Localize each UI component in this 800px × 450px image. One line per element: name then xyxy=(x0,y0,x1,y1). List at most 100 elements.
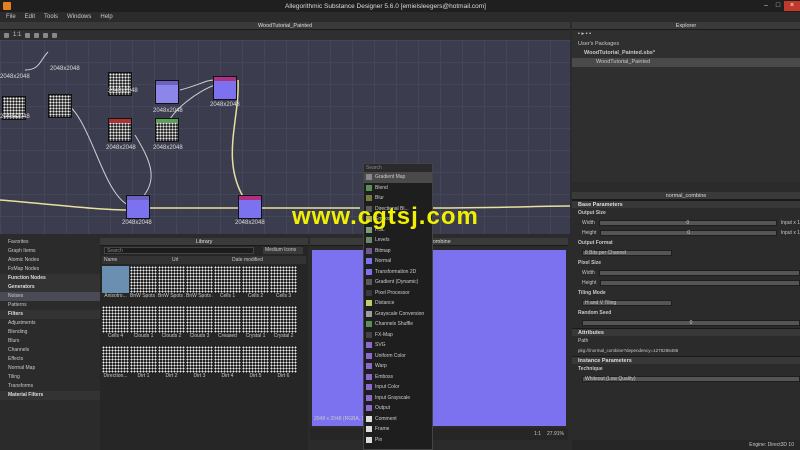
popup-node-item[interactable]: Bitmap xyxy=(364,246,432,257)
library-thumbnail[interactable]: Dirt 5 xyxy=(242,346,269,382)
attributes-header[interactable]: Attributes xyxy=(572,328,800,336)
popup-node-item[interactable]: Blur xyxy=(364,193,432,204)
popup-node-item[interactable]: Frame xyxy=(364,424,432,435)
close-button[interactable]: × xyxy=(784,1,800,11)
popup-node-item[interactable]: SVG xyxy=(364,340,432,351)
explorer-graph-item[interactable]: WoodTutorial_Painted xyxy=(572,58,800,67)
popup-node-item[interactable]: Distance xyxy=(364,298,432,309)
library-category[interactable]: Favorites xyxy=(0,238,100,247)
library-category[interactable]: Generators xyxy=(0,283,100,292)
minimize-button[interactable]: – xyxy=(760,1,772,11)
graph-node-normal-combine[interactable] xyxy=(238,195,262,219)
library-category[interactable]: Normal Map xyxy=(0,364,100,373)
popup-node-item[interactable]: Output xyxy=(364,403,432,414)
library-search-input[interactable]: Search xyxy=(104,247,254,254)
graph-node-blend-1[interactable] xyxy=(108,118,132,142)
library-category[interactable]: Atomic Nodes xyxy=(0,256,100,265)
library-thumbnail[interactable]: BnW Spots 1 xyxy=(130,266,157,302)
popup-node-item[interactable]: Emboss xyxy=(364,372,432,383)
popup-search-input[interactable]: Search xyxy=(364,164,432,172)
maximize-button[interactable]: □ xyxy=(772,1,784,11)
library-category[interactable]: Patterns xyxy=(0,301,100,310)
library-thumbnail[interactable]: Direction... xyxy=(102,346,129,382)
snap-icon[interactable] xyxy=(43,32,49,38)
library-thumbnail[interactable]: Cells 3 xyxy=(270,266,297,302)
popup-node-item[interactable]: FX-Map xyxy=(364,330,432,341)
library-category[interactable]: Channels xyxy=(0,346,100,355)
popup-node-item[interactable]: Warp xyxy=(364,361,432,372)
popup-node-item[interactable]: Gradient Map xyxy=(364,172,432,183)
library-category[interactable]: Function Nodes xyxy=(0,274,100,283)
width-slider[interactable]: 0 xyxy=(598,220,777,226)
library-category[interactable]: Blending xyxy=(0,328,100,337)
popup-node-item[interactable]: Levels xyxy=(364,235,432,246)
menu-windows[interactable]: Windows xyxy=(67,14,91,20)
popup-node-item[interactable]: Pixel Processor xyxy=(364,288,432,299)
library-category[interactable]: Blurs xyxy=(0,337,100,346)
graph-node-combine-1[interactable] xyxy=(126,195,150,219)
base-parameters-header[interactable]: Base Parameters xyxy=(572,200,800,208)
library-thumbnail[interactable]: Anisotro... xyxy=(102,266,129,302)
library-category[interactable]: FxMap Nodes xyxy=(0,265,100,274)
popup-node-item[interactable]: Blend xyxy=(364,183,432,194)
library-thumbnail[interactable]: Cells 4 xyxy=(102,306,129,342)
library-category[interactable]: Tiling xyxy=(0,373,100,382)
popup-node-item[interactable]: Input Grayscale xyxy=(364,393,432,404)
instance-parameters-header[interactable]: Instance Parameters xyxy=(572,356,800,364)
popup-node-item[interactable]: Channels Shuffle xyxy=(364,319,432,330)
graph-canvas[interactable]: 2048x2048 2048x2048 2048x2048 2048x2048 … xyxy=(0,40,570,234)
library-thumbnail[interactable]: BnW Spots 2 xyxy=(158,266,185,302)
library-category[interactable]: Effects xyxy=(0,355,100,364)
popup-node-item[interactable]: Uniform Color xyxy=(364,351,432,362)
col-date[interactable]: Date modified xyxy=(232,256,263,264)
library-thumbnail[interactable]: Dirt 4 xyxy=(214,346,241,382)
popup-node-item[interactable]: Grayscale Conversion xyxy=(364,309,432,320)
library-thumbnail[interactable]: Crystal 1 xyxy=(242,306,269,342)
height-slider[interactable]: 0 xyxy=(600,230,777,236)
tiling-mode-select[interactable]: H and V Tiling xyxy=(582,300,672,306)
library-category[interactable]: Material Filters xyxy=(0,391,100,400)
library-category[interactable]: Transforms xyxy=(0,382,100,391)
view-ratio[interactable]: 1:1 xyxy=(534,431,541,437)
output-format-select[interactable]: 8 Bits per Channel xyxy=(582,250,672,256)
library-thumbnail[interactable]: Creased xyxy=(214,306,241,342)
graph-node-blend-2[interactable] xyxy=(155,118,179,142)
popup-node-item[interactable]: Pin xyxy=(364,435,432,446)
align-icon[interactable] xyxy=(34,32,40,38)
height-inherit[interactable]: Input x 1 xyxy=(781,228,800,238)
icon-size-select[interactable]: Medium Icons xyxy=(263,247,303,254)
explorer-package[interactable]: WoodTutorial_Painted.sbs* xyxy=(572,49,800,58)
library-thumbnail[interactable]: Dirt 2 xyxy=(158,346,185,382)
menu-tools[interactable]: Tools xyxy=(44,14,58,20)
library-thumbnail[interactable]: Dirt 6 xyxy=(270,346,297,382)
graph-node-noise-2[interactable] xyxy=(48,94,72,118)
library-thumbnail[interactable]: Clouds 2 xyxy=(158,306,185,342)
width-inherit[interactable]: Input x 1 xyxy=(781,218,800,228)
frame-icon[interactable] xyxy=(25,32,31,38)
normal-map-preview[interactable] xyxy=(312,250,566,426)
pixel-height-slider[interactable] xyxy=(600,280,800,286)
library-thumbnail[interactable]: Dirt 1 xyxy=(130,346,157,382)
graph-node-normal-2[interactable] xyxy=(213,76,237,100)
random-seed-slider[interactable]: 0 xyxy=(582,320,800,326)
library-thumbnail[interactable]: BnW Spots 3 xyxy=(186,266,213,302)
pixel-width-slider[interactable] xyxy=(598,270,800,276)
col-name[interactable]: Name xyxy=(102,256,172,264)
view-zoom[interactable]: 27.91% xyxy=(547,431,564,437)
col-url[interactable]: Url xyxy=(172,256,232,264)
library-thumbnail[interactable]: Clouds 3 xyxy=(186,306,213,342)
menu-help[interactable]: Help xyxy=(100,14,112,20)
popup-node-item[interactable]: Input Color xyxy=(364,382,432,393)
library-category[interactable]: Filters xyxy=(0,310,100,319)
library-thumbnail[interactable]: Clouds 1 xyxy=(130,306,157,342)
library-thumbnail[interactable]: Cells 2 xyxy=(242,266,269,302)
popup-node-item[interactable]: Gradient (Dynamic) xyxy=(364,277,432,288)
library-category[interactable]: Graph Items xyxy=(0,247,100,256)
popup-node-item[interactable]: Transformation 2D xyxy=(364,267,432,278)
menu-edit[interactable]: Edit xyxy=(25,14,35,20)
library-thumbnail[interactable]: Cells 1 xyxy=(214,266,241,302)
settings-icon[interactable] xyxy=(52,32,58,38)
library-category[interactable]: Noises xyxy=(0,292,100,301)
technique-select[interactable]: Whiteout (Low Quality) xyxy=(582,376,800,382)
popup-node-item[interactable]: Comment xyxy=(364,414,432,425)
